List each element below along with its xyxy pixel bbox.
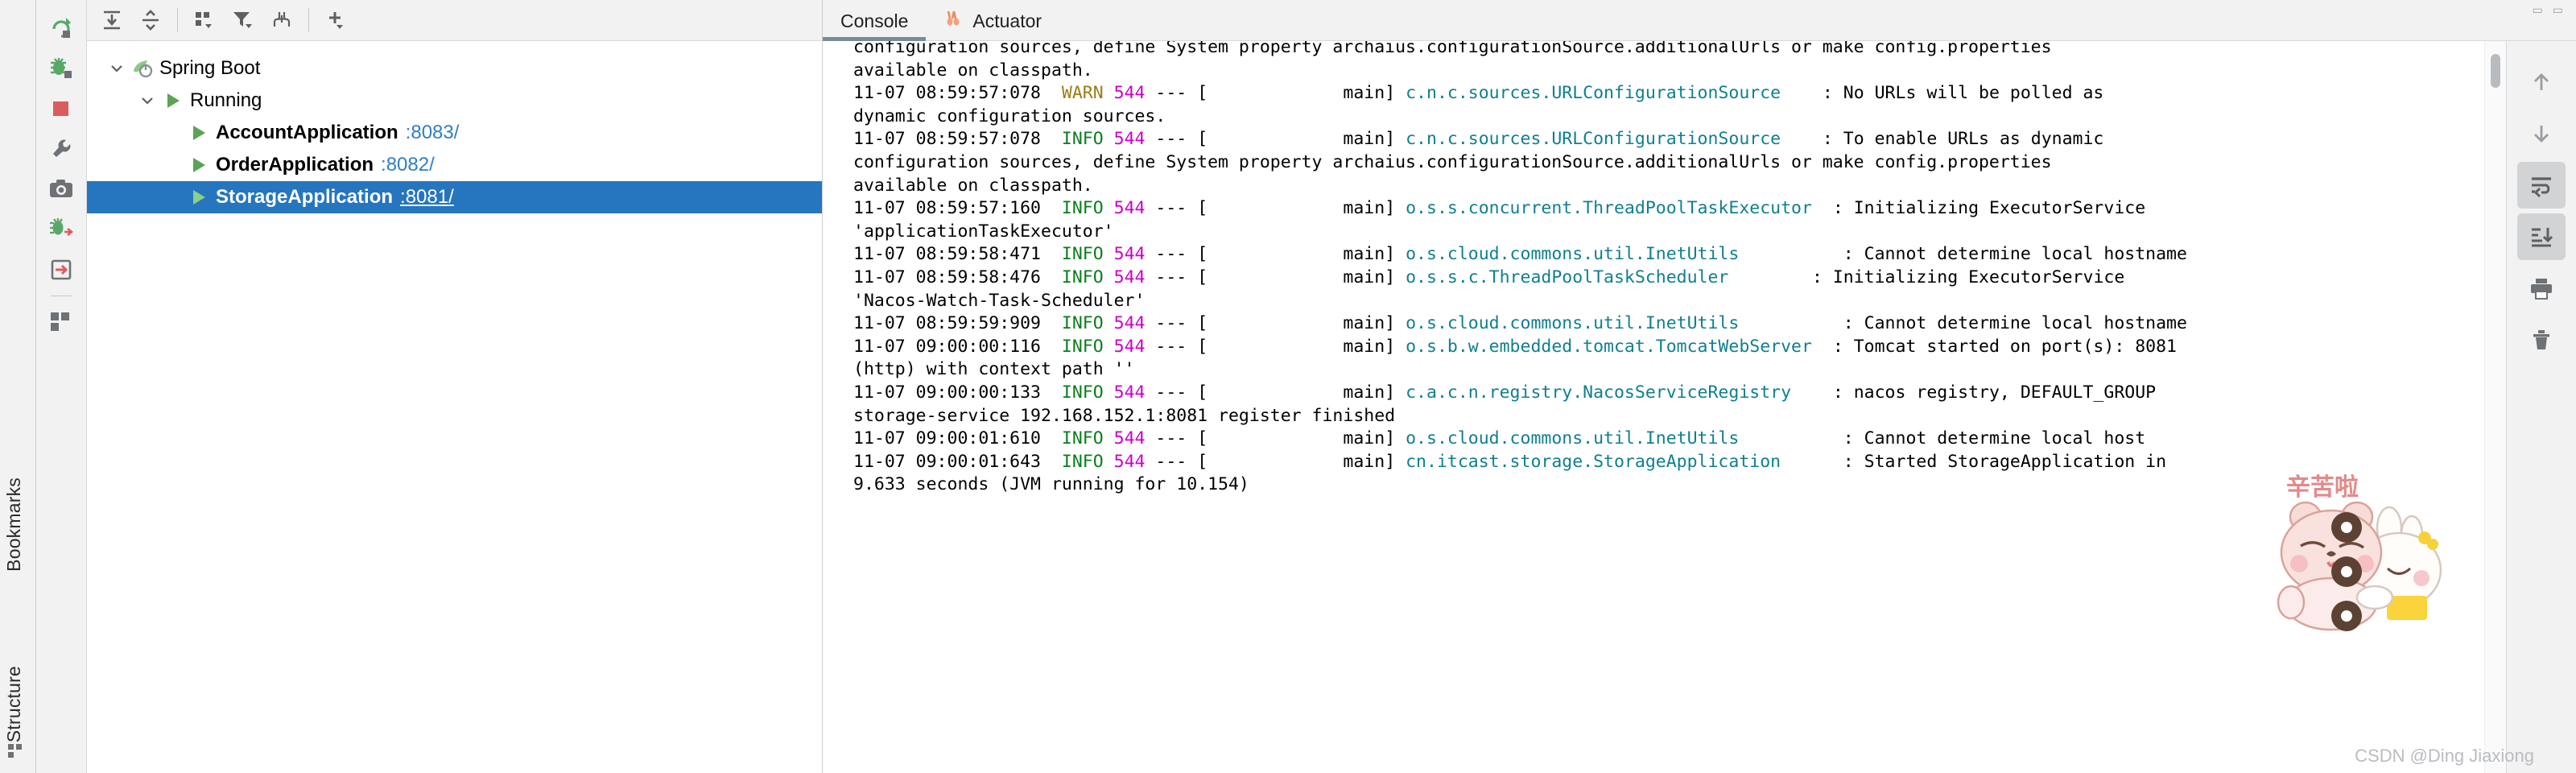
console-tabstrip: Console Actuator — [823, 0, 2576, 41]
log-line: 11-07 09:00:01:643 INFO 544 --- [ main] … — [853, 451, 2167, 472]
log-line: 'Nacos-Watch-Task-Scheduler' — [853, 290, 1146, 311]
log-line: 11-07 08:59:57:078 INFO 544 --- [ main] … — [853, 129, 2104, 150]
console-body: configuration sources, define System pro… — [823, 41, 2576, 773]
log-line: 11-07 08:59:58:476 INFO 544 --- [ main] … — [853, 267, 2125, 287]
run-tool-window: Spring Boot Running AccountApplication:… — [36, 0, 823, 773]
log-line: available on classpath. — [853, 60, 1093, 81]
run-action-bar — [36, 0, 87, 773]
tool-window-bookmarks[interactable]: Bookmarks — [3, 477, 25, 572]
log-line: 11-07 08:59:58:471 INFO 544 --- [ main] … — [853, 244, 2187, 265]
services-tree[interactable]: Spring Boot Running AccountApplication:… — [87, 41, 822, 773]
toolbar-separator-1 — [177, 8, 178, 32]
clear-all-button[interactable] — [2517, 316, 2566, 363]
filter-button[interactable] — [225, 3, 262, 37]
rerun-button[interactable] — [43, 8, 80, 48]
tree-row-label: StorageApplication — [216, 186, 394, 208]
log-line: 9.633 seconds (JVM running for 10.154) — [853, 474, 1249, 495]
camera-button[interactable] — [43, 169, 80, 209]
tab-console[interactable]: Console — [823, 2, 927, 41]
layout-button[interactable] — [43, 302, 80, 342]
log-line: 11-07 09:00:01:610 INFO 544 --- [ main] … — [853, 428, 2146, 449]
tree-row-label: Spring Boot — [159, 57, 261, 79]
tab-console-label: Console — [840, 10, 909, 31]
left-tool-strip: Bookmarks Structure — [0, 0, 36, 773]
log-line: available on classpath. — [853, 175, 1093, 196]
tree-row-port-link[interactable]: :8083/ — [406, 122, 460, 144]
tree-row-label: OrderApplication — [216, 154, 374, 176]
group-by-button[interactable] — [186, 3, 223, 37]
log-line: 11-07 08:59:57:078 WARN 544 --- [ main] … — [853, 83, 2104, 104]
log-line: dynamic configuration sources. — [853, 105, 1166, 126]
services-toolbar — [87, 0, 822, 41]
debug-button[interactable] — [43, 48, 80, 89]
scroll-down-button[interactable] — [2517, 110, 2566, 157]
chevron-down-icon[interactable] — [137, 90, 158, 111]
services-tree-column: Spring Boot Running AccountApplication:… — [87, 0, 822, 773]
soft-wrap-button[interactable] — [2517, 162, 2566, 209]
console-output[interactable]: configuration sources, define System pro… — [823, 41, 2484, 773]
tree-row-account-application[interactable]: AccountApplication :8083/ — [87, 117, 822, 149]
log-line: storage-service 192.168.152.1:8081 regis… — [853, 405, 1396, 426]
run-triangle-icon — [187, 122, 211, 143]
tree-row-port-link[interactable]: :8081/ — [400, 186, 454, 209]
log-line: 11-07 08:59:59:909 INFO 544 --- [ main] … — [853, 313, 2187, 334]
log-line: 'applicationTaskExecutor' — [853, 221, 1114, 242]
tree-row-label: AccountApplication — [216, 122, 398, 143]
structure-grid-icon — [7, 742, 25, 763]
settings-button[interactable] — [43, 129, 80, 169]
collapse-all-button[interactable] — [132, 3, 169, 37]
tab-actuator[interactable]: Actuator — [926, 2, 1059, 40]
log-line: 11-07 09:00:00:133 INFO 544 --- [ main] … — [853, 382, 2157, 403]
console-scrollbar[interactable] — [2484, 41, 2506, 773]
tool-window-structure[interactable]: Structure — [3, 666, 25, 742]
tree-row-running[interactable]: Running — [87, 85, 822, 117]
chevron-down-icon[interactable] — [106, 58, 127, 79]
run-triangle-icon — [187, 187, 211, 208]
tree-row-label: Running — [190, 89, 262, 111]
scroll-to-end-button[interactable] — [2517, 213, 2566, 260]
tree-row-storage-application[interactable]: StorageApplication :8081/ — [87, 181, 822, 213]
window-menu-dots[interactable]: ▭ ▭ — [2533, 3, 2566, 17]
print-button[interactable] — [2517, 265, 2566, 312]
log-line: configuration sources, define System pro… — [853, 151, 2052, 172]
run-triangle-icon — [161, 90, 185, 111]
scrollbar-thumb[interactable] — [2491, 54, 2500, 88]
spring-boot-icon — [130, 58, 155, 79]
tree-row-order-application[interactable]: OrderApplication :8082/ — [87, 149, 822, 181]
tab-actuator-label: Actuator — [972, 10, 1042, 31]
log-line: 11-07 09:00:00:116 INFO 544 --- [ main] … — [853, 336, 2177, 357]
log-line: (http) with context path '' — [853, 359, 1135, 380]
ide-root: Bookmarks Structure Spring Boot Running … — [0, 0, 2576, 773]
scroll-up-button[interactable] — [2517, 59, 2566, 105]
log-line: 11-07 08:59:57:160 INFO 544 --- [ main] … — [853, 198, 2146, 219]
actuator-icon — [943, 9, 964, 33]
expand-all-button[interactable] — [93, 3, 130, 37]
tree-row-spring-boot[interactable]: Spring Boot — [87, 52, 822, 85]
log-line: configuration sources, define System pro… — [853, 41, 2052, 57]
console-tool-window: Console Actuator configuration sources, — [823, 0, 2576, 773]
stop-button[interactable] — [43, 89, 80, 129]
tree-row-port-link[interactable]: :8082/ — [381, 154, 435, 176]
console-gutter-toolbar — [2506, 41, 2576, 773]
cursor-flower-icons — [2322, 507, 2371, 648]
toolbar-separator-2 — [308, 8, 309, 32]
watermark-text: CSDN @Ding Jiaxiong — [2355, 746, 2534, 766]
run-triangle-icon — [187, 155, 211, 176]
debug-all-button[interactable] — [43, 209, 80, 250]
add-frame-button[interactable] — [263, 3, 300, 37]
add-configuration-button[interactable] — [317, 3, 354, 37]
exit-button[interactable] — [43, 250, 80, 290]
window-controls-area: ▭ ▭ — [2415, 0, 2576, 18]
